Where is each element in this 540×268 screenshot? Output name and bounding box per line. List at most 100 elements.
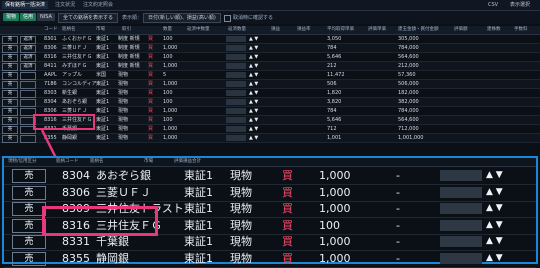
qty-stepper-arrows[interactable]: ▲ ▼ bbox=[486, 233, 503, 250]
qty-stepper-arrows[interactable]: ▲ ▼ bbox=[249, 125, 258, 133]
qty-stepper-arrows[interactable]: ▲ ▼ bbox=[486, 167, 503, 184]
sell-button[interactable]: 売 bbox=[12, 202, 46, 216]
zoom-table-row[interactable]: 売 8355 静岡銀 東証1 現物 買 1,000 - ▲ ▼ bbox=[4, 250, 536, 268]
zoom-table-row[interactable]: 売 8304 あおぞら銀 東証1 現物 買 1,000 - ▲ ▼ bbox=[4, 167, 536, 185]
table-row[interactable]: 売 8303 新生銀 東証1 現物 買 100 ▲ ▼ 1,820 182,000 bbox=[0, 89, 540, 98]
settle-button[interactable] bbox=[20, 72, 36, 80]
sell-button[interactable]: 売 bbox=[2, 54, 18, 62]
settle-qty-input[interactable] bbox=[226, 135, 246, 141]
col-pending-qty[interactable]: 返済中数量 bbox=[187, 26, 210, 34]
table-row[interactable]: 売返済 8301 ふくおかＦＧ 東証1 制度 新規 買 100 ▲ ▼ 3,050 305,000 bbox=[0, 35, 540, 44]
zoom-table-row[interactable]: 売 8306 三菱ＵＦＪ 東証1 現物 買 1,000 - ▲ ▼ bbox=[4, 184, 536, 202]
col-trade[interactable]: 取引 bbox=[122, 26, 131, 34]
settle-qty-input[interactable] bbox=[440, 170, 482, 181]
sell-button[interactable]: 売 bbox=[2, 117, 18, 125]
tab-execution-history[interactable]: 注文約定照会 bbox=[80, 1, 116, 9]
settle-qty-input[interactable] bbox=[226, 63, 246, 69]
display-filter-select[interactable]: 全ての銘柄を表示する bbox=[58, 13, 119, 23]
col-shares[interactable]: 建株数 bbox=[487, 26, 501, 34]
qty-stepper-arrows[interactable]: ▲ ▼ bbox=[249, 116, 258, 124]
col-avg-price[interactable]: 平均取得単価 bbox=[327, 26, 354, 34]
confirm-cancel-checkbox[interactable] bbox=[224, 15, 231, 22]
sell-button[interactable]: 売 bbox=[12, 235, 46, 249]
col-code[interactable]: コード bbox=[44, 26, 58, 34]
settle-qty-input[interactable] bbox=[226, 99, 246, 105]
settle-qty-input[interactable] bbox=[226, 126, 246, 132]
settle-button[interactable]: 返済 bbox=[20, 63, 36, 71]
sell-button[interactable]: 売 bbox=[12, 218, 46, 233]
col-pnl[interactable]: 損益 bbox=[271, 26, 280, 34]
csv-button[interactable]: CSV bbox=[488, 1, 498, 9]
settle-qty-input[interactable] bbox=[226, 117, 246, 123]
filter-chip-margin[interactable]: 信用 bbox=[20, 13, 37, 21]
tab-orders[interactable]: 注文状況 bbox=[52, 1, 78, 9]
sell-button[interactable]: 売 bbox=[2, 63, 18, 71]
col-qty[interactable]: 数量 bbox=[163, 26, 172, 34]
qty-stepper-arrows[interactable]: ▲ ▼ bbox=[249, 35, 258, 43]
table-row[interactable]: 売 AAPL アップル 米国 現物 買 5 ▲ ▼ 11,472 57,360 bbox=[0, 71, 540, 80]
qty-stepper-arrows[interactable]: ▲ ▼ bbox=[249, 89, 258, 97]
table-row[interactable]: 売返済 8411 みずほＦＧ 東証1 制度 新規 買 1,000 ▲ ▼ 212 212,000 bbox=[0, 62, 540, 71]
table-row[interactable]: 売 8304 あおぞら銀 東証1 現物 買 100 ▲ ▼ 3,820 382,000 bbox=[0, 98, 540, 107]
qty-stepper-arrows[interactable]: ▲ ▼ bbox=[486, 184, 503, 201]
table-row[interactable]: 売返済 8316 三井住友ＦＧ 東証1 制度 新規 買 100 ▲ ▼ 5,646 564,600 bbox=[0, 53, 540, 62]
qty-stepper-arrows[interactable]: ▲ ▼ bbox=[249, 62, 258, 70]
col-name[interactable]: 銘柄名 bbox=[62, 26, 76, 34]
filter-chip-cash[interactable]: 現物 bbox=[3, 13, 20, 21]
sort-select[interactable]: 日付(新しい順)、損益(高い順) bbox=[143, 13, 221, 23]
settle-qty-input[interactable] bbox=[440, 186, 482, 198]
settle-qty-input[interactable] bbox=[226, 108, 246, 114]
settle-button[interactable] bbox=[20, 81, 36, 89]
col-market[interactable]: 市場 bbox=[96, 26, 105, 34]
sell-button[interactable]: 売 bbox=[12, 185, 46, 200]
settle-button[interactable] bbox=[20, 135, 36, 143]
settle-qty-input[interactable] bbox=[226, 72, 246, 78]
sell-button[interactable]: 売 bbox=[12, 169, 46, 183]
sell-button[interactable]: 売 bbox=[2, 36, 18, 44]
qty-stepper-arrows[interactable]: ▲ ▼ bbox=[249, 71, 258, 79]
qty-stepper-arrows[interactable]: ▲ ▼ bbox=[249, 53, 258, 61]
sell-button[interactable]: 売 bbox=[12, 251, 46, 266]
qty-stepper-arrows[interactable]: ▲ ▼ bbox=[249, 107, 258, 115]
qty-stepper-arrows[interactable]: ▲ ▼ bbox=[486, 217, 503, 234]
settle-qty-input[interactable] bbox=[440, 236, 482, 247]
sell-button[interactable]: 売 bbox=[2, 72, 18, 80]
settle-qty-input[interactable] bbox=[440, 252, 482, 264]
col-pnl-rate[interactable]: 損益率 bbox=[297, 26, 311, 34]
settle-qty-input[interactable] bbox=[226, 81, 246, 87]
col-fee[interactable]: 手数料 bbox=[514, 26, 528, 34]
settle-qty-input[interactable] bbox=[226, 36, 246, 42]
sell-button[interactable]: 売 bbox=[2, 90, 18, 98]
sell-button[interactable]: 売 bbox=[2, 45, 18, 53]
settle-qty-input[interactable] bbox=[440, 219, 482, 231]
settle-button[interactable]: 返済 bbox=[20, 36, 36, 44]
settle-button[interactable] bbox=[20, 90, 36, 98]
settle-button[interactable]: 返済 bbox=[20, 54, 36, 62]
qty-stepper-arrows[interactable]: ▲ ▼ bbox=[486, 250, 503, 267]
settle-qty-input[interactable] bbox=[226, 54, 246, 60]
qty-stepper-arrows[interactable]: ▲ ▼ bbox=[249, 80, 258, 88]
qty-stepper-arrows[interactable]: ▲ ▼ bbox=[249, 134, 258, 142]
settle-qty-input[interactable] bbox=[226, 90, 246, 96]
qty-stepper-arrows[interactable]: ▲ ▼ bbox=[249, 98, 258, 106]
col-settle-qty[interactable]: 返済数量 bbox=[228, 26, 246, 34]
sell-button[interactable]: 売 bbox=[2, 126, 18, 134]
settle-button[interactable]: 返済 bbox=[20, 45, 36, 53]
qty-stepper-arrows[interactable]: ▲ ▼ bbox=[486, 200, 503, 217]
settle-qty-input[interactable] bbox=[440, 203, 482, 214]
settle-qty-input[interactable] bbox=[226, 45, 246, 51]
tab-bulk-settle[interactable]: 保有銘柄一括決済 bbox=[2, 1, 49, 9]
sell-button[interactable]: 売 bbox=[2, 99, 18, 107]
col-amount[interactable]: 建玉金額・買付金額 bbox=[398, 26, 439, 34]
col-eval-amount[interactable]: 評価額 bbox=[454, 26, 468, 34]
col-eval-price[interactable]: 評価単価 bbox=[368, 26, 386, 34]
sell-button[interactable]: 売 bbox=[2, 81, 18, 89]
sell-button[interactable]: 売 bbox=[2, 108, 18, 116]
table-row[interactable]: 売 7186 コンコルディア 東証1 現物 買 1,000 ▲ ▼ 506 506,000 bbox=[0, 80, 540, 89]
settle-button[interactable] bbox=[20, 99, 36, 107]
filter-chip-nisa[interactable]: NISA bbox=[37, 13, 55, 21]
qty-stepper-arrows[interactable]: ▲ ▼ bbox=[249, 44, 258, 52]
sell-button[interactable]: 売 bbox=[2, 135, 18, 143]
table-row[interactable]: 売返済 8306 三菱ＵＦＪ 東証1 制度 新規 買 1,000 ▲ ▼ 784 784,000 bbox=[0, 44, 540, 53]
display-select-button[interactable]: 表示選択 bbox=[510, 1, 530, 9]
